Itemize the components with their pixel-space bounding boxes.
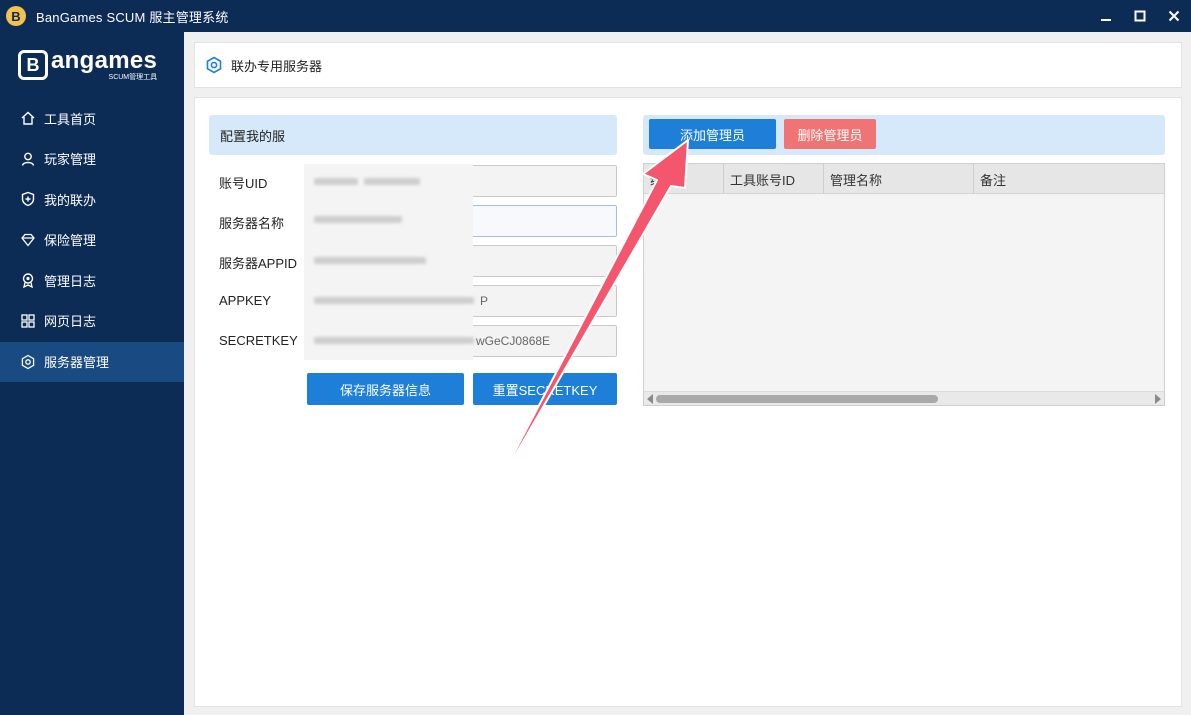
page-title: 联办专用服务器 bbox=[231, 58, 323, 74]
config-section-title: 配置我的服 bbox=[220, 128, 286, 144]
sidebar: B angames SCUM管理工具 工具首页 玩家管理 我的联办 保险管理 管… bbox=[0, 32, 184, 715]
brand-subtitle: SCUM管理工具 bbox=[108, 74, 158, 81]
sidebar-item-label: 网页日志 bbox=[44, 314, 97, 330]
window-controls bbox=[1089, 0, 1191, 32]
app-logo-icon: B bbox=[6, 6, 26, 26]
user-icon bbox=[21, 152, 35, 166]
hexagon-gear-icon bbox=[206, 56, 222, 74]
sidebar-item-my-alliance[interactable]: 我的联办 bbox=[0, 179, 184, 219]
brand-name: angames bbox=[51, 47, 158, 74]
minimize-icon bbox=[1101, 19, 1111, 21]
brand-logo: B angames SCUM管理工具 bbox=[0, 32, 184, 98]
close-button[interactable] bbox=[1157, 0, 1191, 32]
sidebar-item-label: 服务器管理 bbox=[44, 355, 110, 371]
sidebar-item-label: 保险管理 bbox=[44, 233, 97, 249]
uid-label: 账号UID bbox=[219, 176, 268, 191]
column-header-admin-name[interactable]: 管理名称 bbox=[824, 164, 974, 194]
sidebar-item-label: 管理日志 bbox=[44, 273, 97, 289]
diamond-icon bbox=[21, 233, 35, 247]
sidebar-item-admin-log[interactable]: 管理日志 bbox=[0, 260, 184, 300]
grid-icon bbox=[21, 314, 35, 328]
admin-table-header: 编 工具账号ID 管理名称 备注 bbox=[644, 164, 1164, 194]
main-panel: 配置我的服 账号UID 服务器名称 服务器APPID APPKEY P SECR… bbox=[194, 97, 1182, 707]
appid-label: 服务器APPID bbox=[219, 256, 298, 271]
sidebar-item-label: 我的联办 bbox=[44, 192, 97, 208]
sidebar-item-label: 工具首页 bbox=[44, 111, 97, 127]
scrollbar-thumb[interactable] bbox=[656, 395, 938, 403]
privacy-blur-overlay bbox=[304, 164, 474, 360]
delete-admin-button[interactable]: 删除管理员 bbox=[784, 119, 876, 149]
secretkey-value: wGeCJ0868E bbox=[476, 334, 551, 348]
sidebar-item-players[interactable]: 玩家管理 bbox=[0, 139, 184, 179]
window-title: BanGames SCUM 服主管理系统 bbox=[36, 9, 229, 25]
title-bar: B BanGames SCUM 服主管理系统 bbox=[0, 0, 1191, 32]
add-admin-button[interactable]: 添加管理员 bbox=[649, 119, 776, 149]
page-header: 联办专用服务器 bbox=[194, 42, 1182, 88]
gear-icon bbox=[21, 354, 35, 369]
badge-icon bbox=[22, 273, 34, 289]
brand-words: angames SCUM管理工具 bbox=[51, 47, 158, 82]
save-server-info-button[interactable]: 保存服务器信息 bbox=[307, 373, 464, 405]
sidebar-item-server-management[interactable]: 服务器管理 bbox=[0, 341, 184, 382]
sidebar-item-label: 玩家管理 bbox=[44, 152, 97, 168]
admin-table: 编 工具账号ID 管理名称 备注 bbox=[643, 163, 1165, 406]
close-icon bbox=[1168, 10, 1180, 22]
minimize-button[interactable] bbox=[1089, 0, 1123, 32]
secretkey-label: SECRETKEY bbox=[219, 333, 298, 348]
server-name-label: 服务器名称 bbox=[219, 216, 285, 231]
shield-plus-icon bbox=[21, 191, 35, 207]
reset-secretkey-button[interactable]: 重置SECRETKEY bbox=[473, 373, 617, 405]
home-icon bbox=[21, 111, 35, 125]
appkey-value: P bbox=[480, 294, 489, 308]
column-header-tool-account-id[interactable]: 工具账号ID bbox=[724, 164, 824, 194]
sidebar-item-web-log[interactable]: 网页日志 bbox=[0, 301, 184, 341]
appkey-label: APPKEY bbox=[219, 293, 272, 308]
scroll-right-icon[interactable] bbox=[1155, 394, 1161, 404]
sidebar-nav: 工具首页 玩家管理 我的联办 保险管理 管理日志 网页日志 服务器管理 bbox=[0, 98, 184, 382]
sidebar-item-insurance[interactable]: 保险管理 bbox=[0, 220, 184, 260]
maximize-button[interactable] bbox=[1123, 0, 1157, 32]
config-section-header: 配置我的服 bbox=[209, 115, 617, 155]
brand-mark-icon: B bbox=[18, 50, 48, 80]
horizontal-scrollbar[interactable] bbox=[644, 391, 1164, 405]
column-header-index[interactable]: 编 bbox=[644, 164, 724, 194]
column-header-remark[interactable]: 备注 bbox=[974, 164, 1164, 194]
scroll-left-icon[interactable] bbox=[647, 394, 653, 404]
maximize-icon bbox=[1134, 10, 1146, 22]
sidebar-item-home[interactable]: 工具首页 bbox=[0, 98, 184, 138]
